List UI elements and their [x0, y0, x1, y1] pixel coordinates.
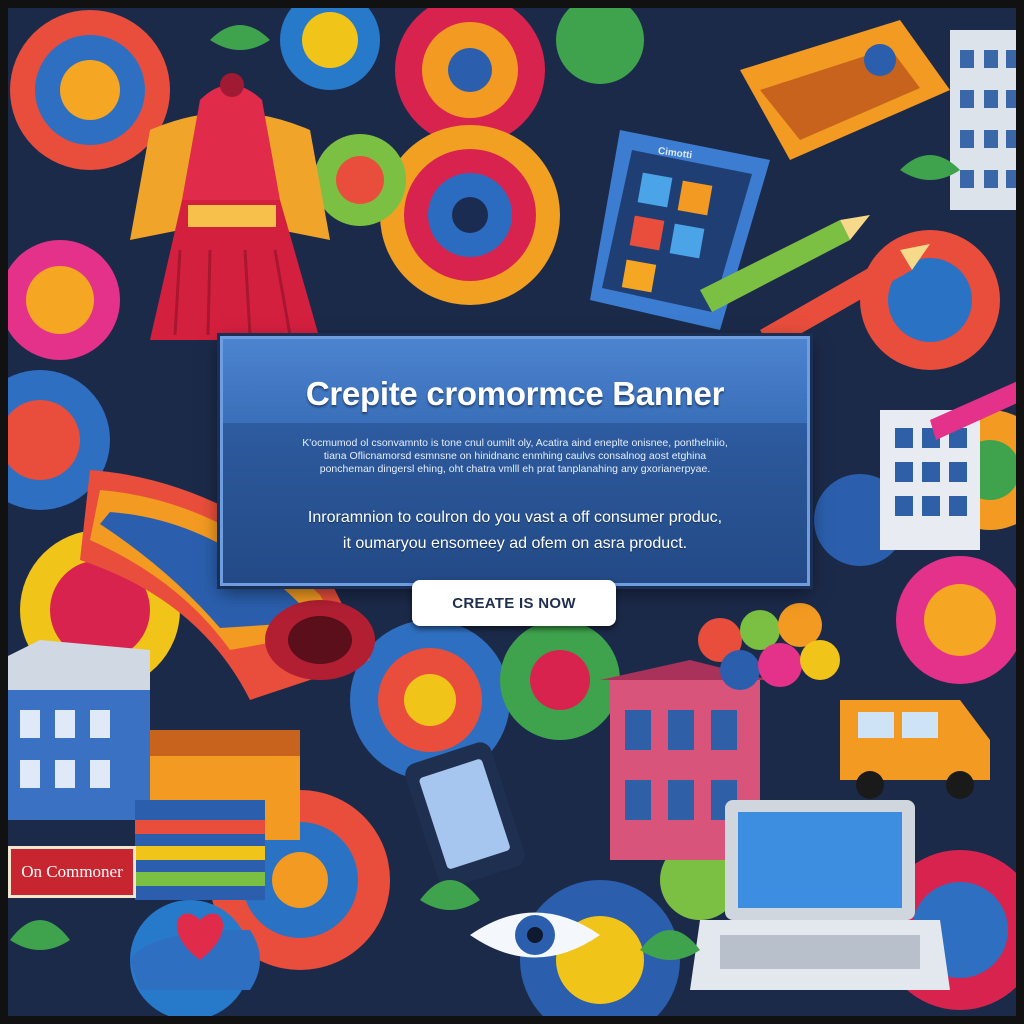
laptop-illustration	[690, 800, 950, 990]
storefront-sign-text: On Commoner	[21, 862, 123, 881]
fine-print-line: K'ocmumod ol csonvamnto is tone cnul oum…	[302, 437, 728, 449]
fine-print-line: poncheman dingersl ehing, oht chatra vml…	[319, 463, 711, 475]
banner-fine-print: K'ocmumod ol csonvamnto is tone cnul oum…	[263, 437, 767, 476]
banner-headline: Crepite cromormce Banner	[305, 375, 725, 412]
banner-panel: Crepite cromormce Banner K'ocmumod ol cs…	[220, 336, 810, 586]
body-line: it oumaryou ensomeey ad ofem on asra pro…	[342, 535, 688, 552]
banner-canvas: Cimotti On Commoner Crepite cromormce Ba…	[0, 0, 1024, 1024]
storefront-sign: On Commoner	[8, 846, 136, 898]
building-illustration	[950, 30, 1024, 210]
office-building-illustration	[880, 410, 980, 550]
banner-body-text: Inroramnion to coulron do you vast a off…	[247, 505, 783, 557]
body-line: Inroramnion to coulron do you vast a off…	[307, 509, 723, 526]
fine-print-line: tiana Oflicnamorsd esmnsne on hinidnanc …	[323, 450, 707, 462]
storefront-building-illustration	[0, 640, 150, 820]
create-now-button[interactable]: CREATE IS NOW	[412, 580, 616, 626]
